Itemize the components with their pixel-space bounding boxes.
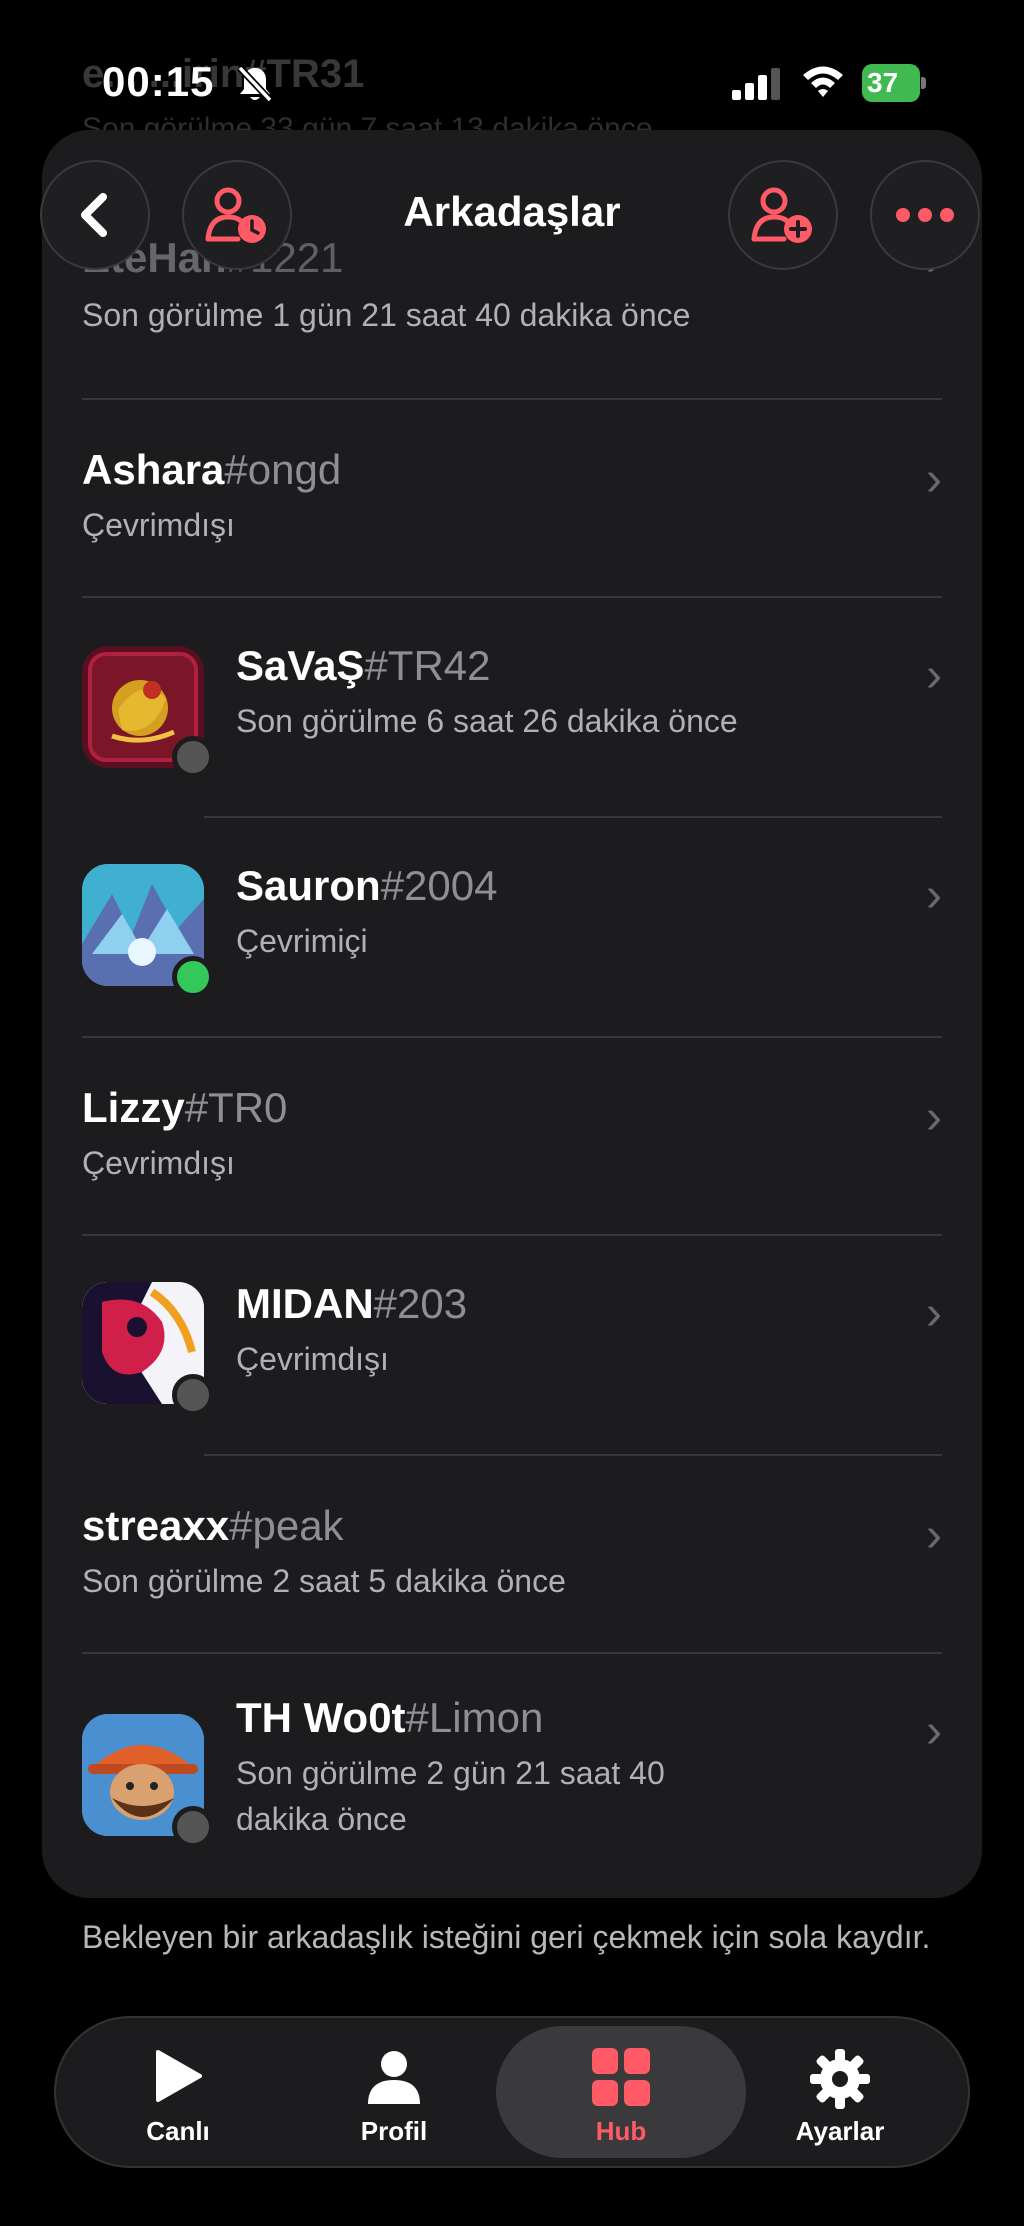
tab-label: Ayarlar bbox=[795, 2116, 885, 2146]
presence-indicator bbox=[172, 956, 214, 998]
gear-icon bbox=[810, 2049, 870, 2109]
friend-row[interactable]: EteHan#1221 Son görülme 1 gün 21 saat 40… bbox=[42, 233, 982, 340]
grid-icon bbox=[592, 2048, 650, 2106]
friend-row[interactable]: Ashara#ongd Çevrimdışı › bbox=[42, 400, 982, 598]
battery-indicator: 37 bbox=[862, 64, 926, 102]
chevron-right-icon: › bbox=[926, 1705, 942, 1758]
friend-status: Son görülme 2 gün 21 saat 40 dakika önce bbox=[236, 1755, 665, 1837]
person-add-icon bbox=[751, 187, 812, 243]
more-options-button[interactable] bbox=[870, 160, 980, 270]
friend-name: SaVaŞ#TR42 bbox=[236, 642, 491, 689]
wifi-icon bbox=[803, 66, 843, 97]
swipe-hint-text: Bekleyen bir arkadaşlık isteğini geri çe… bbox=[82, 1919, 931, 1955]
signal-icon bbox=[732, 68, 780, 100]
person-icon bbox=[368, 2051, 420, 2104]
chevron-right-icon: › bbox=[926, 1509, 942, 1562]
friend-name: streaxx#peak bbox=[82, 1502, 344, 1549]
person-clock-icon bbox=[205, 187, 266, 243]
friend-name: Sauron#2004 bbox=[236, 862, 498, 909]
friend-status: Çevrimiçi bbox=[236, 923, 368, 959]
chevron-left-icon bbox=[81, 193, 107, 237]
bell-off-icon bbox=[237, 65, 273, 103]
presence-indicator bbox=[172, 736, 214, 778]
tab-label: Hub bbox=[595, 2116, 647, 2146]
tab-live[interactable]: Canlı bbox=[88, 2018, 268, 2166]
page-title: Arkadaşlar bbox=[403, 188, 621, 235]
friend-row[interactable]: SaVaŞ#TR42 Son görülme 6 saat 26 dakika … bbox=[42, 598, 982, 816]
friend-row[interactable]: Sauron#2004 Çevrimiçi › bbox=[42, 818, 982, 1036]
friend-status: Son görülme 1 gün 21 saat 40 dakika önce bbox=[82, 297, 691, 333]
tab-settings[interactable]: Ayarlar bbox=[750, 2018, 930, 2166]
tab-hub[interactable]: Hub bbox=[496, 2026, 746, 2158]
friend-name: TH Wo0t#Limon bbox=[236, 1694, 544, 1741]
presence-indicator bbox=[172, 1374, 214, 1416]
back-button[interactable] bbox=[40, 160, 150, 270]
tab-label: Profil bbox=[360, 2116, 428, 2146]
play-icon bbox=[156, 2050, 202, 2102]
status-time: 00:15 bbox=[102, 58, 215, 105]
pending-requests-button[interactable] bbox=[182, 160, 292, 270]
friend-status: Çevrimdışı bbox=[236, 1341, 389, 1377]
chevron-right-icon: › bbox=[926, 869, 942, 922]
presence-indicator bbox=[172, 1806, 214, 1848]
chevron-right-icon: › bbox=[926, 1091, 942, 1144]
ellipsis-icon bbox=[896, 208, 954, 222]
friend-status: Son görülme 2 saat 5 dakika önce bbox=[82, 1563, 566, 1599]
friend-row[interactable]: TH Wo0t#Limon Son görülme 2 gün 21 saat … bbox=[42, 1654, 982, 1898]
friend-row[interactable]: Lizzy#TR0 Çevrimdışı › bbox=[42, 1038, 982, 1236]
friends-list-card: EteHan#1221 Son görülme 1 gün 21 saat 40… bbox=[42, 130, 982, 1898]
chevron-right-icon: › bbox=[926, 1287, 942, 1340]
add-friend-button[interactable] bbox=[728, 160, 838, 270]
friend-name: Ashara#ongd bbox=[82, 446, 342, 493]
chevron-right-icon: › bbox=[926, 649, 942, 702]
friend-name: MIDAN#203 bbox=[236, 1280, 468, 1327]
tab-label: Canlı bbox=[146, 2116, 210, 2146]
friend-status: Son görülme 6 saat 26 dakika önce bbox=[236, 703, 738, 739]
tab-bar: Canlı Profil Hub Ayarlar bbox=[54, 2016, 970, 2168]
friend-row[interactable]: MIDAN#203 Çevrimdışı › bbox=[42, 1236, 982, 1454]
friend-row[interactable]: streaxx#peak Son görülme 2 saat 5 dakika… bbox=[42, 1456, 982, 1654]
chevron-right-icon: › bbox=[926, 453, 942, 506]
friend-name: Lizzy#TR0 bbox=[82, 1084, 288, 1131]
tab-profile[interactable]: Profil bbox=[304, 2018, 484, 2166]
friend-status: Çevrimdışı bbox=[82, 1145, 235, 1181]
battery-level: 37 bbox=[867, 67, 899, 98]
friend-status: Çevrimdışı bbox=[82, 507, 235, 543]
